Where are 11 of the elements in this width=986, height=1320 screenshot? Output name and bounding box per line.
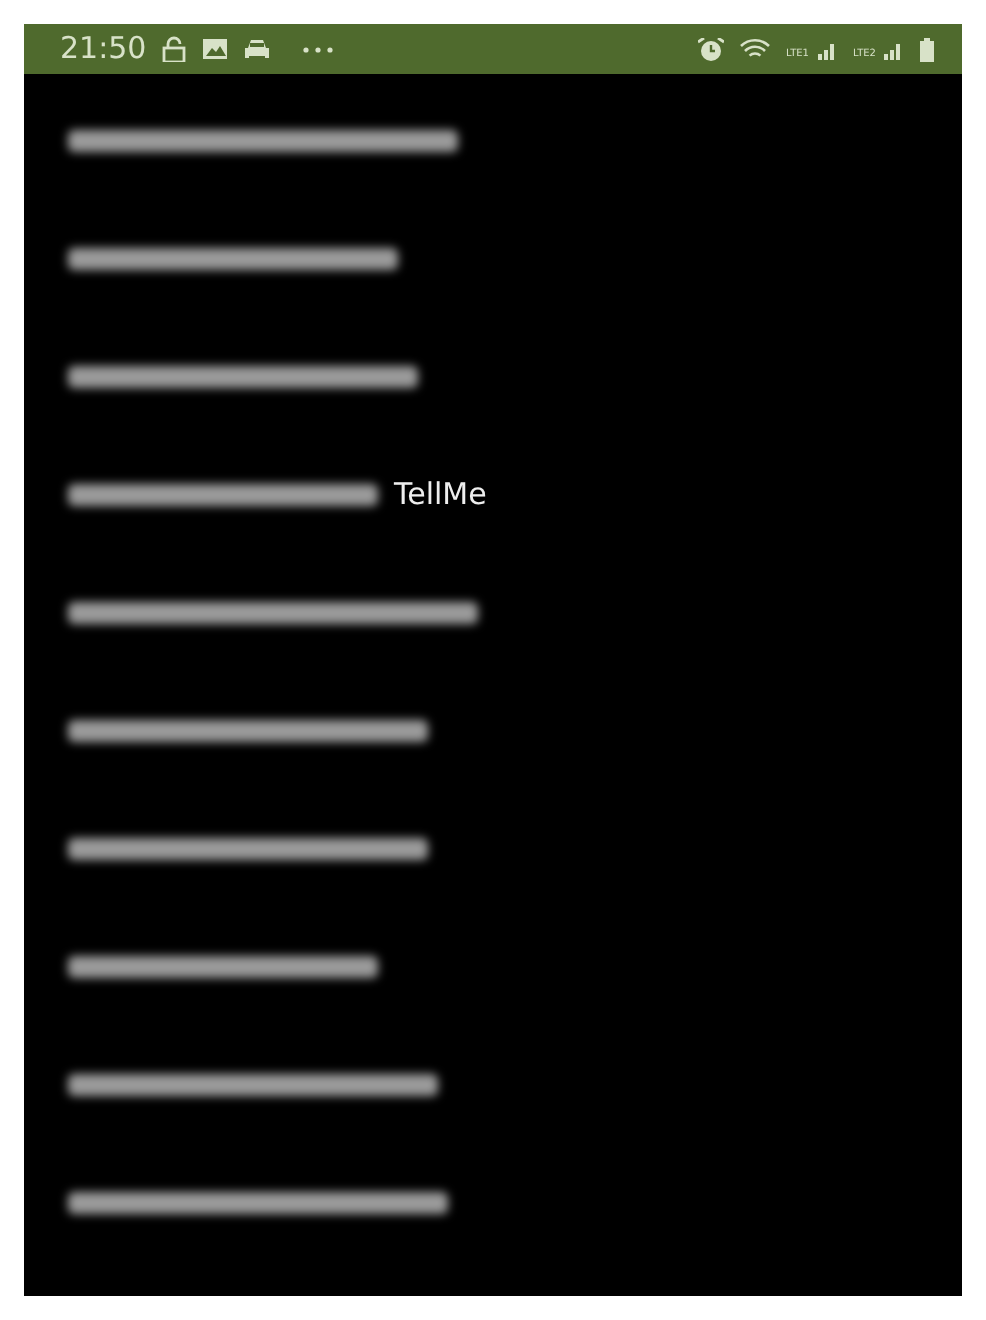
battery-icon <box>920 37 934 61</box>
lock-icon <box>162 36 187 62</box>
wifi-icon <box>740 38 770 60</box>
car-icon <box>244 38 271 60</box>
alarm-icon <box>698 37 724 61</box>
clock-text: 21:50 <box>60 28 147 71</box>
image-icon <box>202 38 229 60</box>
device-name: TellMe <box>394 474 487 517</box>
signal-icon <box>817 39 837 59</box>
more-icon <box>302 45 335 53</box>
signal-icon <box>884 39 904 59</box>
